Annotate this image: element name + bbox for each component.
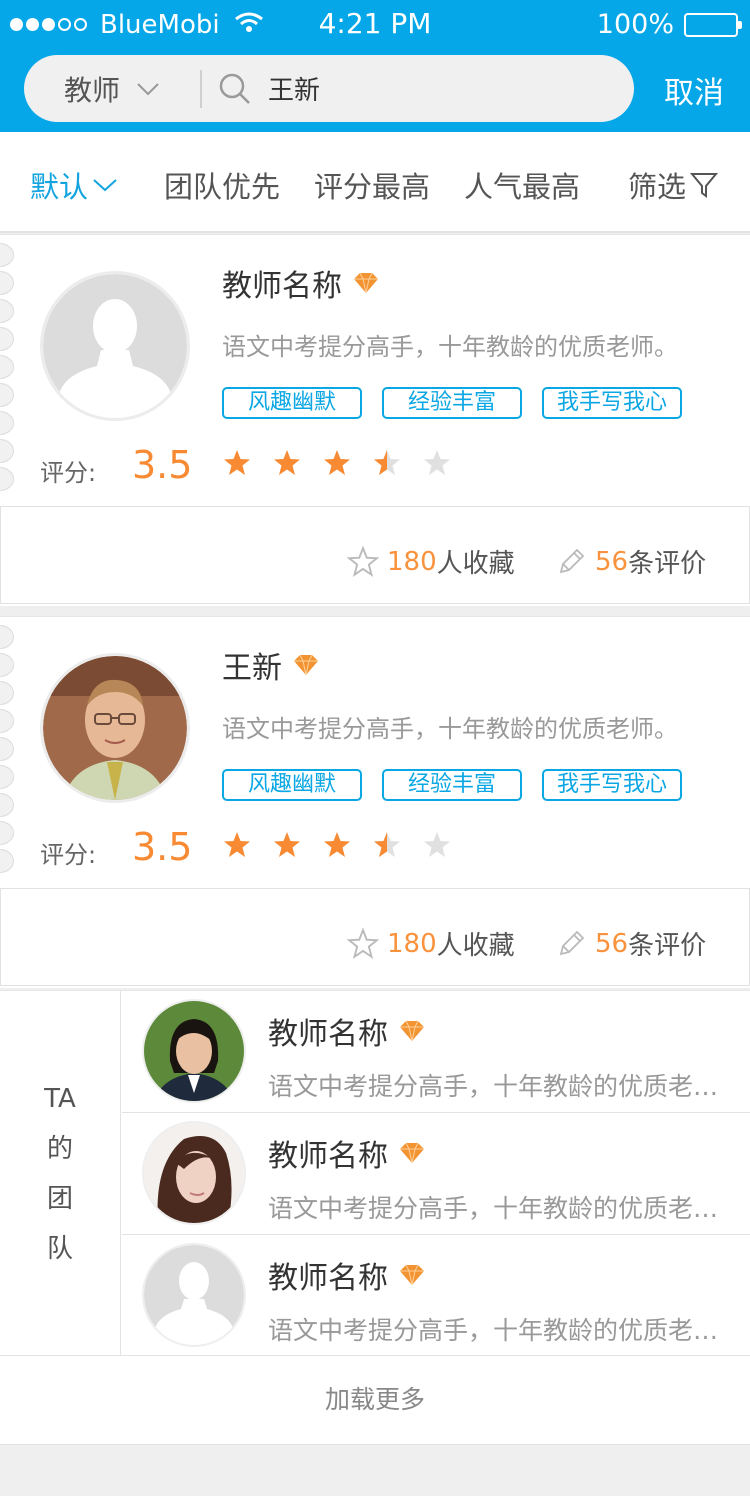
pencil-icon (559, 930, 585, 955)
team-member-row[interactable]: 教师名称 语文中考提分高手，十年教龄的优质老师。 (122, 1113, 750, 1235)
star-outline-icon (347, 545, 379, 577)
rating-value: 3.5 (132, 443, 193, 487)
star-icon-empty (424, 832, 450, 857)
teacher-name[interactable]: 王新 (222, 643, 320, 687)
tag-badge: 风趣幽默 (222, 387, 362, 419)
star-outline-icon (347, 927, 379, 959)
teacher-name[interactable]: 教师名称 (222, 261, 380, 305)
tag-badge: 风趣幽默 (222, 769, 362, 801)
search-type-dropdown[interactable]: 教师 (24, 69, 200, 109)
star-icon-filled (274, 450, 300, 475)
star-icon-filled (224, 832, 250, 857)
favorites-suffix: 人收藏 (436, 931, 515, 961)
favorites-count: 180 (387, 546, 437, 577)
search-input[interactable]: 王新 (268, 70, 320, 107)
filter-button[interactable]: 筛选 (628, 164, 719, 206)
avatar[interactable] (40, 271, 190, 421)
team-member-description: 语文中考提分高手，十年教龄的优质老师。 (268, 1316, 738, 1345)
teacher-description: 语文中考提分高手，十年教龄的优质老师。 (222, 715, 678, 743)
filter-team-first[interactable]: 团队优先 (164, 164, 280, 206)
favorites-count: 180 (387, 928, 437, 959)
diamond-icon (354, 272, 378, 294)
diamond-icon (400, 1142, 424, 1164)
rating-label: 评分: (40, 841, 97, 869)
battery-percent: 100% (596, 9, 674, 40)
avatar-photo (144, 1001, 244, 1101)
reviews-count: 56 (595, 928, 629, 959)
teacher-card[interactable]: 王新 语文中考提分高手，十年教龄的优质老师。 风趣幽默 经验丰富 我手写我心 评… (0, 616, 750, 988)
tag-badge: 经验丰富 (382, 769, 522, 801)
reviews-button[interactable]: 56 条评价 (555, 925, 706, 962)
filter-highest-rating[interactable]: 评分最高 (314, 164, 430, 206)
avatar (142, 1121, 246, 1225)
load-more-button[interactable]: 加载更多 (0, 1355, 750, 1445)
diamond-icon (294, 654, 318, 676)
search-icon (219, 73, 250, 104)
cancel-button[interactable]: 取消 (664, 68, 724, 112)
chevron-down-icon (137, 82, 159, 95)
star-rating (222, 448, 472, 478)
tag-badge: 我手写我心 (542, 387, 682, 419)
filter-default[interactable]: 默认 (30, 164, 118, 206)
chevron-down-icon (93, 179, 117, 192)
filter-most-popular[interactable]: 人气最高 (464, 164, 580, 206)
filter-bar: 默认 团队优先 评分最高 人气最高 筛选 (0, 132, 750, 233)
rating-value: 3.5 (132, 825, 193, 869)
star-icon-filled (224, 450, 250, 475)
divider (200, 69, 202, 108)
star-icon-filled (324, 450, 350, 475)
search-type-label: 教师 (64, 73, 121, 107)
favorites-button[interactable]: 180 人收藏 (347, 925, 515, 962)
battery-icon (684, 12, 742, 37)
favorites-button[interactable]: 180 人收藏 (347, 543, 515, 580)
star-icon-filled (324, 832, 350, 857)
favorites-suffix: 人收藏 (436, 549, 515, 579)
star-icon-half (374, 832, 400, 857)
reviews-suffix: 条评价 (628, 549, 707, 579)
default-avatar-icon (43, 274, 187, 418)
team-member-name: 教师名称 (268, 1009, 426, 1053)
filter-label: 默认 (30, 170, 89, 204)
reviews-suffix: 条评价 (628, 931, 707, 961)
star-icon-half (374, 450, 400, 475)
reviews-count: 56 (595, 546, 629, 577)
team-member-description: 语文中考提分高手，十年教龄的优质老师。 (268, 1194, 738, 1223)
star-icon-empty (424, 450, 450, 475)
header: BlueMobi 4:21 PM 100% 教师 王新 取消 (0, 0, 750, 132)
star-rating (222, 830, 472, 860)
team-member-row[interactable]: 教师名称 语文中考提分高手，十年教龄的优质老师。 (122, 991, 750, 1113)
team-member-row[interactable]: 教师名称 语文中考提分高手，十年教龄的优质老师。 (122, 1235, 750, 1357)
team-member-name: 教师名称 (268, 1253, 426, 1297)
avatar (142, 999, 246, 1103)
avatar[interactable] (40, 653, 190, 803)
reviews-button[interactable]: 56 条评价 (555, 543, 706, 580)
status-bar: BlueMobi 4:21 PM 100% (0, 0, 750, 50)
teacher-card[interactable]: 教师名称 语文中考提分高手，十年教龄的优质老师。 风趣幽默 经验丰富 我手写我心… (0, 234, 750, 606)
avatar-photo (43, 656, 187, 800)
rating-label: 评分: (40, 459, 97, 487)
default-avatar-icon (144, 1245, 244, 1345)
teacher-description: 语文中考提分高手，十年教龄的优质老师。 (222, 333, 678, 361)
team-section: TA 的 团 队 教师名称 语文中考提分高手，十年教龄的优质老师。 教师名称 语… (0, 990, 750, 1357)
team-member-name: 教师名称 (268, 1131, 426, 1175)
avatar (142, 1243, 246, 1347)
diamond-icon (400, 1020, 424, 1042)
star-icon-filled (274, 832, 300, 857)
pencil-icon (559, 548, 585, 573)
funnel-icon (690, 173, 719, 198)
filter-label: 筛选 (628, 170, 687, 204)
team-member-description: 语文中考提分高手，十年教龄的优质老师。 (268, 1072, 738, 1101)
avatar-photo (144, 1123, 244, 1223)
team-title: TA 的 团 队 (0, 991, 121, 1356)
diamond-icon (400, 1264, 424, 1286)
tag-badge: 经验丰富 (382, 387, 522, 419)
tag-badge: 我手写我心 (542, 769, 682, 801)
search-bar[interactable]: 教师 王新 (24, 55, 634, 122)
